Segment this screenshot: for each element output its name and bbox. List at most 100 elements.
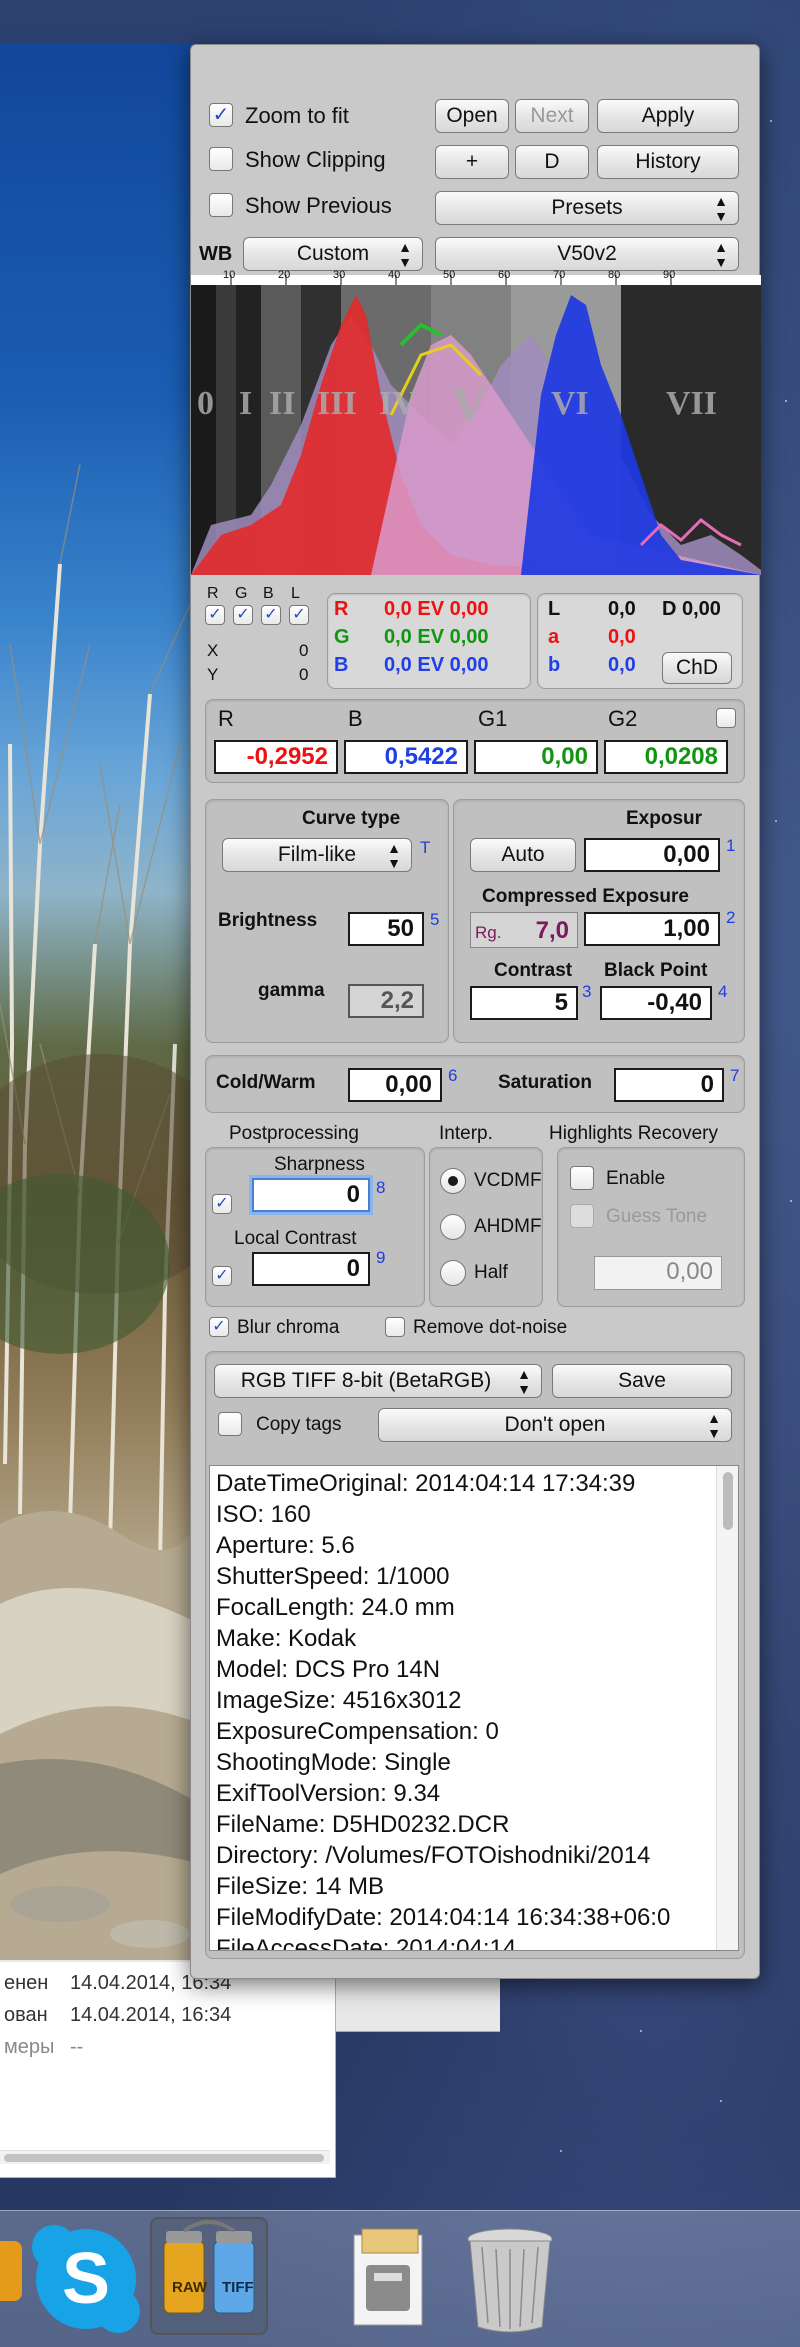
exif-line: Directory: /Volumes/FOTOishodniki/2014	[216, 1842, 651, 1869]
trash-icon[interactable]	[460, 2223, 560, 2337]
exif-line: FileModifyDate: 2014:04:14 16:34:38+06:0	[216, 1904, 671, 1931]
x-label: X	[207, 641, 219, 660]
interp-vcdmf-label: VCDMF	[474, 1170, 542, 1191]
black-point-field[interactable]: -0,40	[600, 986, 712, 1020]
after-save-dropdown[interactable]: Don't open ▲ ▼	[378, 1408, 732, 1442]
local-contrast-checkbox[interactable]: ✓	[212, 1266, 232, 1286]
profile-dropdown[interactable]: V50v2 ▲ ▼	[435, 237, 739, 271]
channel-b-checkbox[interactable]: ✓	[261, 605, 281, 625]
interp-ahdmf-radio[interactable]	[440, 1214, 466, 1240]
wb-dropdown[interactable]: Custom ▲ ▼	[243, 237, 423, 271]
finder-row-key: енен	[4, 1972, 49, 1994]
contrast-field[interactable]: 5	[470, 986, 578, 1020]
local-contrast-field[interactable]: 0	[252, 1252, 370, 1286]
remove-dot-noise-checkbox[interactable]	[385, 1317, 405, 1337]
tag-t: T	[420, 838, 431, 857]
coef-g1-field[interactable]: 0,00	[474, 740, 598, 774]
tick-label: 80	[608, 269, 621, 281]
tag-3: 3	[582, 982, 592, 1001]
auto-exposure-button[interactable]: Auto	[470, 838, 576, 872]
sharpness-field[interactable]: 0	[252, 1178, 370, 1212]
y-label: Y	[207, 665, 219, 684]
saturation-field[interactable]: 0	[614, 1068, 724, 1102]
output-format-value: RGB TIFF 8-bit (BetaRGB)	[240, 1369, 492, 1392]
g2-link-checkbox[interactable]	[716, 708, 736, 728]
interpolation-group: VCDMF AHDMF Half	[429, 1147, 543, 1307]
coef-g2-field[interactable]: 0,0208	[604, 740, 728, 774]
zone-label: III	[317, 385, 357, 422]
documents-stack-icon[interactable]	[340, 2225, 440, 2335]
show-previous-checkbox[interactable]	[209, 193, 233, 217]
b-lab-value: 0,0	[608, 654, 636, 676]
skype-icon[interactable]: S	[30, 2223, 142, 2335]
zoom-to-fit-checkbox[interactable]: ✓	[209, 103, 233, 127]
exif-scrollbar[interactable]	[716, 1466, 738, 1950]
zone-label: VI	[551, 385, 589, 422]
enable-checkbox[interactable]	[570, 1166, 594, 1190]
scroll-thumb[interactable]	[4, 2154, 324, 2162]
exif-info-list[interactable]: DateTimeOriginal: 2014:04:14 17:34:39 IS…	[209, 1465, 739, 1951]
presets-dropdown[interactable]: Presets ▲ ▼	[435, 191, 739, 225]
rg-field[interactable]: Rg. 7,0	[470, 912, 578, 948]
tag-7: 7	[730, 1066, 740, 1085]
zone-label: VII	[666, 385, 718, 422]
app-icon-partial[interactable]	[0, 2241, 22, 2301]
show-clipping-checkbox[interactable]	[209, 147, 233, 171]
compressed-exposure-field[interactable]: 1,00	[584, 912, 720, 946]
chd-button[interactable]: ChD	[662, 652, 732, 684]
channel-r-checkbox[interactable]: ✓	[205, 605, 225, 625]
dock: S RAW TIFF	[0, 2210, 800, 2347]
history-button[interactable]: History	[597, 145, 739, 179]
brightness-field[interactable]: 50	[348, 912, 424, 946]
gamma-field[interactable]: 2,2	[348, 984, 424, 1018]
channel-l-checkbox[interactable]: ✓	[289, 605, 309, 625]
guess-tone-checkbox[interactable]	[570, 1204, 594, 1228]
highlights-recovery-label: Highlights Recovery	[549, 1123, 718, 1144]
blur-chroma-label: Blur chroma	[237, 1317, 340, 1338]
cold-warm-field[interactable]: 0,00	[348, 1068, 442, 1102]
postprocessing-group: Sharpness ✓ 0 8 Local Contrast ✓ 0 9	[205, 1147, 425, 1307]
curve-type-label: Curve type	[302, 808, 401, 829]
coef-b-field[interactable]: 0,5422	[344, 740, 468, 774]
coef-r-label: R	[218, 706, 234, 731]
output-format-dropdown[interactable]: RGB TIFF 8-bit (BetaRGB) ▲ ▼	[214, 1364, 542, 1398]
exif-line: ShootingMode: Single	[216, 1749, 451, 1776]
channel-g-checkbox[interactable]: ✓	[233, 605, 253, 625]
exif-line: FileName: D5HD0232.DCR	[216, 1811, 510, 1838]
color-group: Cold/Warm 0,00 6 Saturation 0 7	[205, 1055, 745, 1113]
apply-button[interactable]: Apply	[597, 99, 739, 133]
open-button[interactable]: Open	[435, 99, 509, 133]
updown-arrows-icon: ▲ ▼	[714, 193, 728, 224]
black-point-label: Black Point	[604, 960, 708, 981]
curve-type-dropdown[interactable]: Film-like ▲ ▼	[222, 838, 412, 872]
histogram[interactable]: 10 20 30 40 50 60 70 80 90 0 I II III IV…	[191, 269, 761, 575]
finder-scrollbar[interactable]	[0, 2150, 330, 2164]
interp-ahdmf-label: AHDMF	[474, 1216, 542, 1237]
interp-half-label: Half	[474, 1262, 508, 1283]
sharpness-checkbox[interactable]: ✓	[212, 1194, 232, 1214]
interp-half-radio[interactable]	[440, 1260, 466, 1286]
photo-preview[interactable]	[0, 44, 200, 1974]
saturation-label: Saturation	[498, 1072, 592, 1093]
next-button[interactable]: Next	[515, 99, 589, 133]
save-button[interactable]: Save	[552, 1364, 732, 1398]
guess-tone-label: Guess Tone	[606, 1206, 708, 1227]
d-button[interactable]: D	[515, 145, 589, 179]
coef-g2-label: G2	[608, 706, 638, 731]
highlights-recovery-group: Enable Guess Tone 0,00	[557, 1147, 745, 1307]
interp-vcdmf-radio[interactable]	[440, 1168, 466, 1194]
add-button[interactable]: +	[435, 145, 509, 179]
star	[790, 1200, 792, 1202]
exif-line: ExposureCompensation: 0	[216, 1718, 499, 1745]
scroll-thumb[interactable]	[723, 1472, 733, 1530]
updown-arrows-icon: ▲ ▼	[398, 239, 412, 270]
exif-line: FileSize: 14 MB	[216, 1873, 385, 1900]
coef-r-field[interactable]: -0,2952	[214, 740, 338, 774]
tag-4: 4	[718, 982, 728, 1001]
blur-chroma-checkbox[interactable]: ✓	[209, 1317, 229, 1337]
highlights-value-field[interactable]: 0,00	[594, 1256, 722, 1290]
raw-converter-app-icon[interactable]: RAW TIFF	[150, 2217, 268, 2335]
gamma-label: gamma	[258, 980, 325, 1001]
copy-tags-checkbox[interactable]	[218, 1412, 242, 1436]
exposure-field[interactable]: 0,00	[584, 838, 720, 872]
